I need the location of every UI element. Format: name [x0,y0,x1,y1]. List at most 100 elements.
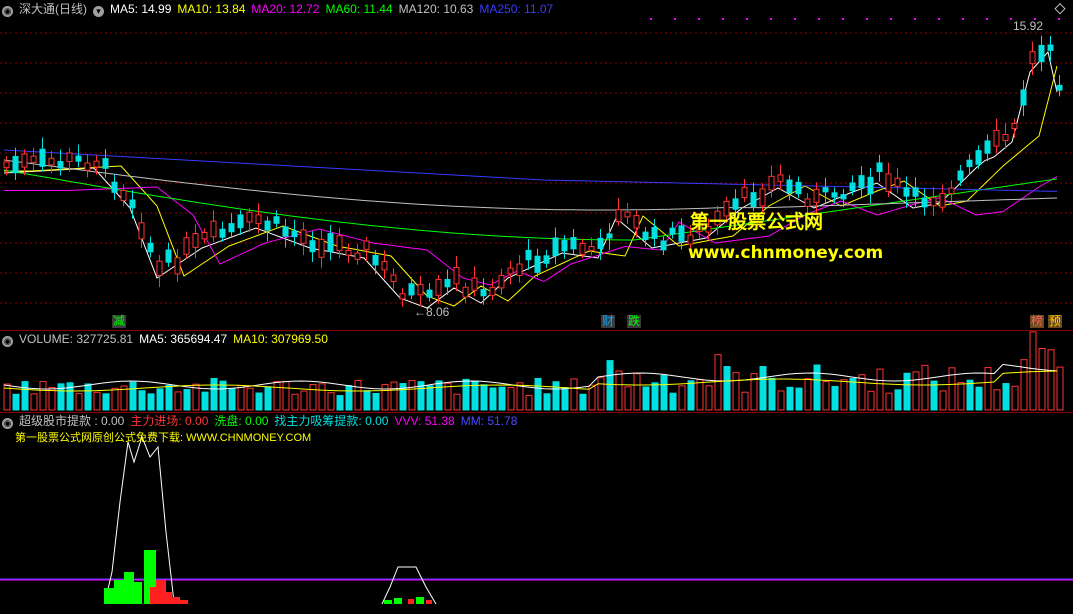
volume-bar [381,383,389,411]
volume-bar [813,364,821,411]
candle-body [525,249,532,261]
candle-body [867,176,874,195]
volume-bar [552,381,560,411]
volume-bar [156,388,164,411]
volume-bar [597,377,605,411]
candle-body [300,229,307,244]
candle-body [1011,123,1018,129]
signal-dot [938,18,940,20]
volume-bar [786,386,794,411]
marker-yu[interactable]: 预 [1048,315,1063,328]
volume-bar [903,372,911,411]
volume-bar [831,386,839,411]
volume-bar [606,360,614,411]
volume-bar [525,394,533,411]
vol-ma10-readout: MA10: 307969.50 [233,332,328,346]
indicator-header: ◉ 超级股市提款 : 0.00 主力进场: 0.00 洗盘: 0.00 找主力吸筹提款:… [2,414,523,429]
candle-body [183,237,190,255]
volume-bar [183,389,191,411]
candle-body [12,155,19,174]
marker-jian[interactable]: 减 [112,315,127,328]
volume-bar [75,393,83,411]
volume-bar [246,387,254,411]
volume-bar [840,379,848,411]
volume-bar [732,372,740,411]
ma20-readout: MA20: 12.72 [251,2,320,16]
volume-pane[interactable]: ◉ VOLUME: 327725.81 MA5: 365694.47 MA10: 30… [0,330,1073,412]
candle-body [336,235,343,252]
indicator-bar [134,582,142,604]
indicator-subtitle: 第一股票公式网原创公式免费下载: WWW.CHNMONEY.COM [15,432,312,444]
indicator-bar [416,597,424,604]
volume-settings-icon[interactable]: ◉ [2,336,13,347]
candle-body [273,216,280,224]
candle-body [498,274,505,289]
volume-bar [336,395,344,411]
candle-body [48,157,55,166]
volume-bar [84,383,92,411]
volume-bar [327,392,335,411]
volume-bar [849,377,857,411]
volume-bar [201,391,209,411]
candle-body [966,159,973,168]
indicator-bar [104,588,114,604]
ma10-readout: MA10: 13.84 [177,2,246,16]
settings-icon[interactable]: ◉ [2,6,13,17]
candle-body [264,220,271,231]
candle-body [354,252,361,260]
signal-dot [770,18,772,20]
candle-body [3,161,10,169]
candle-body [102,158,109,169]
candle-body [237,214,244,229]
candle-body [633,215,640,229]
mm-readout: MM: 51.78 [460,414,518,428]
candle-body [192,233,199,248]
volume-bar [894,389,902,411]
indicator-pane[interactable]: ◉ 超级股市提款 : 0.00 主力进场: 0.00 洗盘: 0.00 找主力吸筹提款:… [0,412,1073,614]
volume-bar [1047,349,1055,411]
volume-bar [480,384,488,411]
price-chart-pane[interactable]: ◉ 深大通(日线) ▾ MA5: 14.99 MA10: 13.84 MA20: 12.7… [0,0,1073,330]
volume-bar [948,367,956,411]
volume-header: ◉ VOLUME: 327725.81 MA5: 365694.47 MA10: 30… [2,332,334,347]
ma250-readout: MA250: 11.07 [479,2,554,16]
volume-bar [984,367,992,411]
signal-outline [104,435,175,603]
volume-bar [300,390,308,411]
volume-bar [30,393,38,411]
candle-body [741,186,748,199]
volume-bar [957,382,965,411]
marker-bang[interactable]: 榜 [1030,315,1045,328]
candle-body [768,175,775,191]
signal-dot [842,18,844,20]
candle-body [246,211,253,223]
chevron-down-icon[interactable]: ▾ [93,6,104,17]
volume-bar [723,366,731,411]
volume-bar [372,392,380,411]
indicator-settings-icon[interactable]: ◉ [2,418,13,429]
candle-body [363,240,370,250]
volume-bar [651,382,659,411]
vol-ma5-readout: MA5: 365694.47 [139,332,228,346]
volume-bar [453,393,461,411]
price-chart[interactable] [0,0,1073,330]
candle-body [615,209,622,223]
high-price-label: 15.92 [1013,19,1044,33]
candle-body [75,155,82,162]
volume-bar [912,371,920,411]
volume-bar [705,385,713,411]
marker-die[interactable]: 跌 [627,315,642,328]
candle-body [138,222,145,240]
volume-bar [696,379,704,411]
volume-bar [291,393,299,411]
marker-cai[interactable]: 财 [601,315,616,328]
candle-body [750,192,757,207]
volume-bar [975,386,983,411]
candle-body [327,233,334,252]
indicator-bar [164,592,172,604]
volume-bar [741,391,749,411]
candle-body [516,263,523,276]
signal-dot [650,18,652,20]
candle-body [804,198,811,207]
candle-body [759,188,766,207]
